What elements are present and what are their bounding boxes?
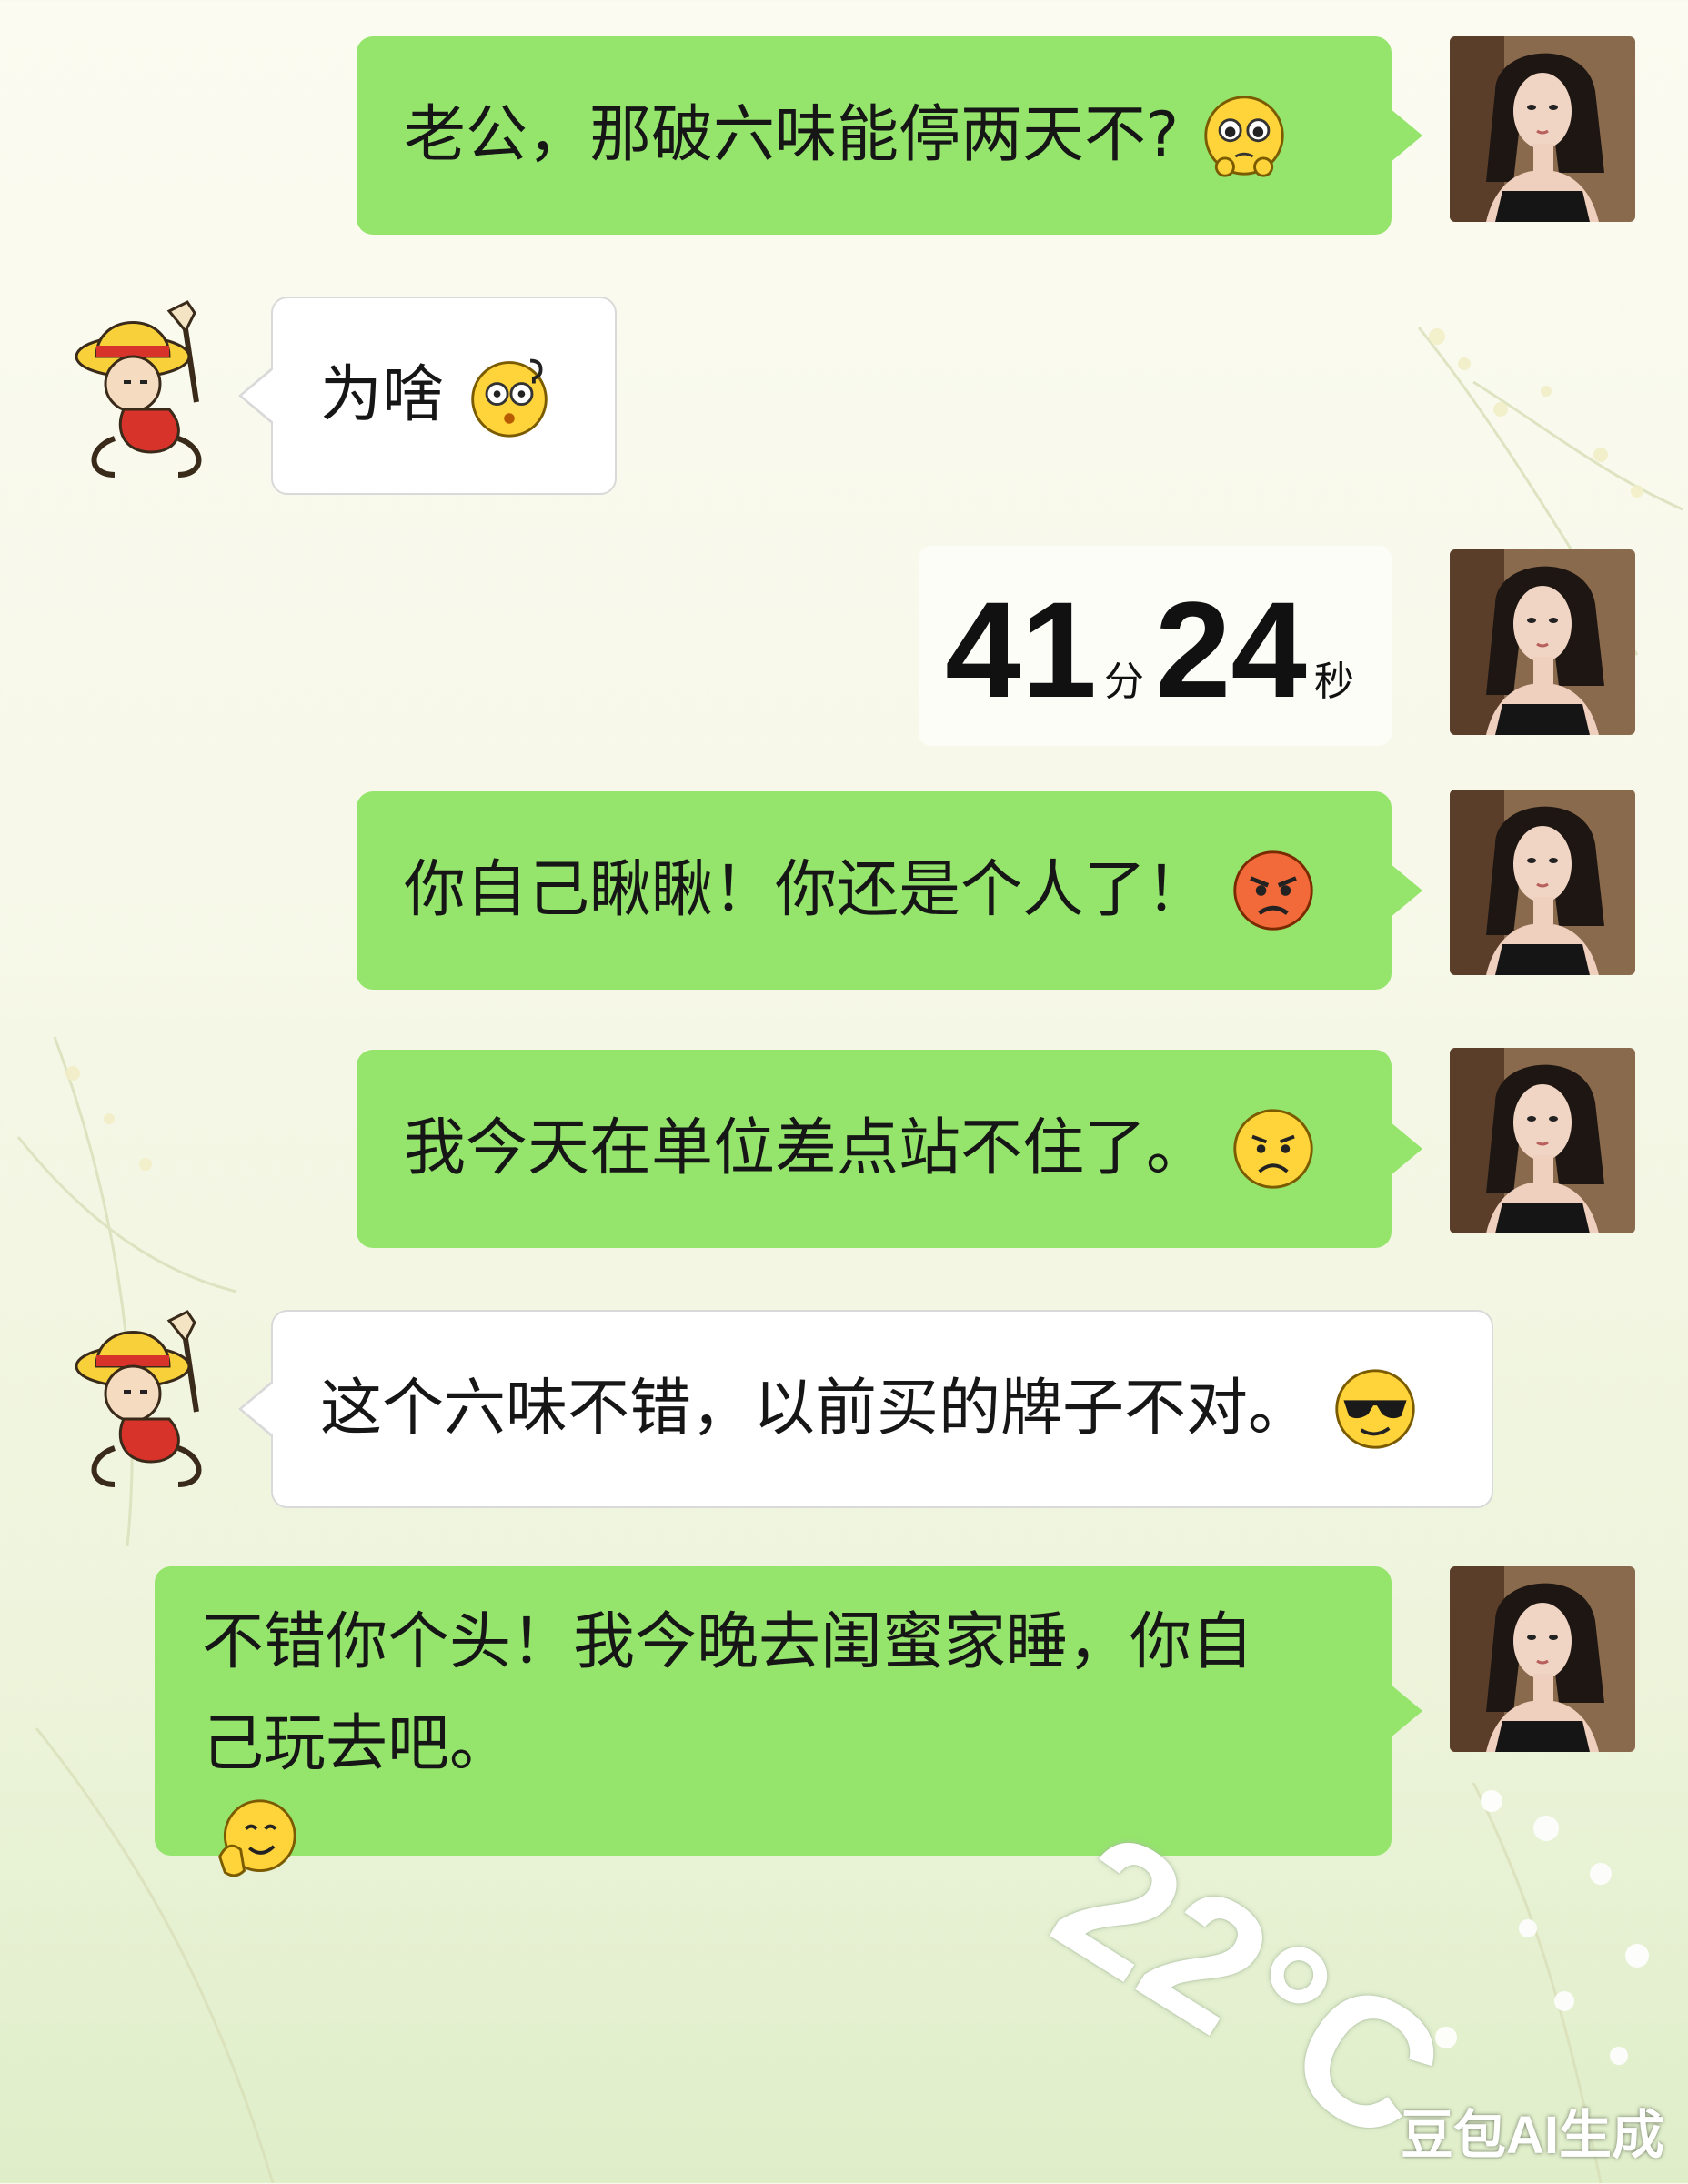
avatar-girlfriend[interactable] [1450, 1048, 1635, 1233]
angry-face-icon [1233, 850, 1313, 931]
duration-seconds: 24 [1155, 573, 1307, 726]
message-text: 老公，那破六味能停两天不? [404, 99, 1180, 171]
avatar-boyfriend[interactable] [60, 1303, 251, 1494]
message-bubble-outgoing[interactable]: 不错你个头！我今晚去闺蜜家睡，你自己玩去吧。 [155, 1566, 1422, 1877]
message-text: 你自己瞅瞅！你还是个人了！ [404, 854, 1209, 926]
sunglasses-face-icon [1335, 1369, 1415, 1449]
confused-face-icon [471, 358, 548, 438]
duration-minutes: 41 [945, 573, 1097, 726]
minutes-unit: 分 [1104, 659, 1144, 705]
avatar-girlfriend[interactable] [1450, 36, 1635, 222]
message-bubble-outgoing[interactable]: 我今天在单位差点站不住了。 [357, 1050, 1422, 1248]
ai-generated-watermark: 豆包AI生成 [1401, 2106, 1665, 2165]
avatar-boyfriend[interactable] [60, 293, 251, 484]
message-text: 我今天在单位差点站不住了。 [404, 1112, 1209, 1184]
message-bubble-incoming[interactable]: 为啥 [238, 297, 617, 495]
message-text: 不错你个头！我今晚去闺蜜家睡，你自己玩去吧。 [202, 1606, 1254, 1780]
avatar-girlfriend[interactable] [1450, 1566, 1635, 1752]
message-bubble-outgoing[interactable]: 你自己瞅瞅！你还是个人了！ [357, 791, 1422, 990]
call-duration-card[interactable]: 41 分 24 秒 [919, 546, 1392, 746]
avatar-girlfriend[interactable] [1450, 790, 1635, 975]
sad-face-icon [1233, 1109, 1313, 1189]
message-bubble-incoming[interactable]: 这个六味不错，以前买的牌子不对。 [238, 1310, 1493, 1508]
seconds-unit: 秒 [1313, 659, 1354, 705]
face-with-hand-icon [218, 1799, 296, 1877]
message-text: 这个六味不错，以前买的牌子不对。 [320, 1373, 1311, 1444]
message-bubble-outgoing[interactable]: 老公，那破六味能停两天不? [357, 36, 1422, 235]
avatar-girlfriend[interactable] [1450, 549, 1635, 735]
message-text: 为啥 [320, 359, 445, 431]
pleading-face-icon [1204, 96, 1284, 177]
